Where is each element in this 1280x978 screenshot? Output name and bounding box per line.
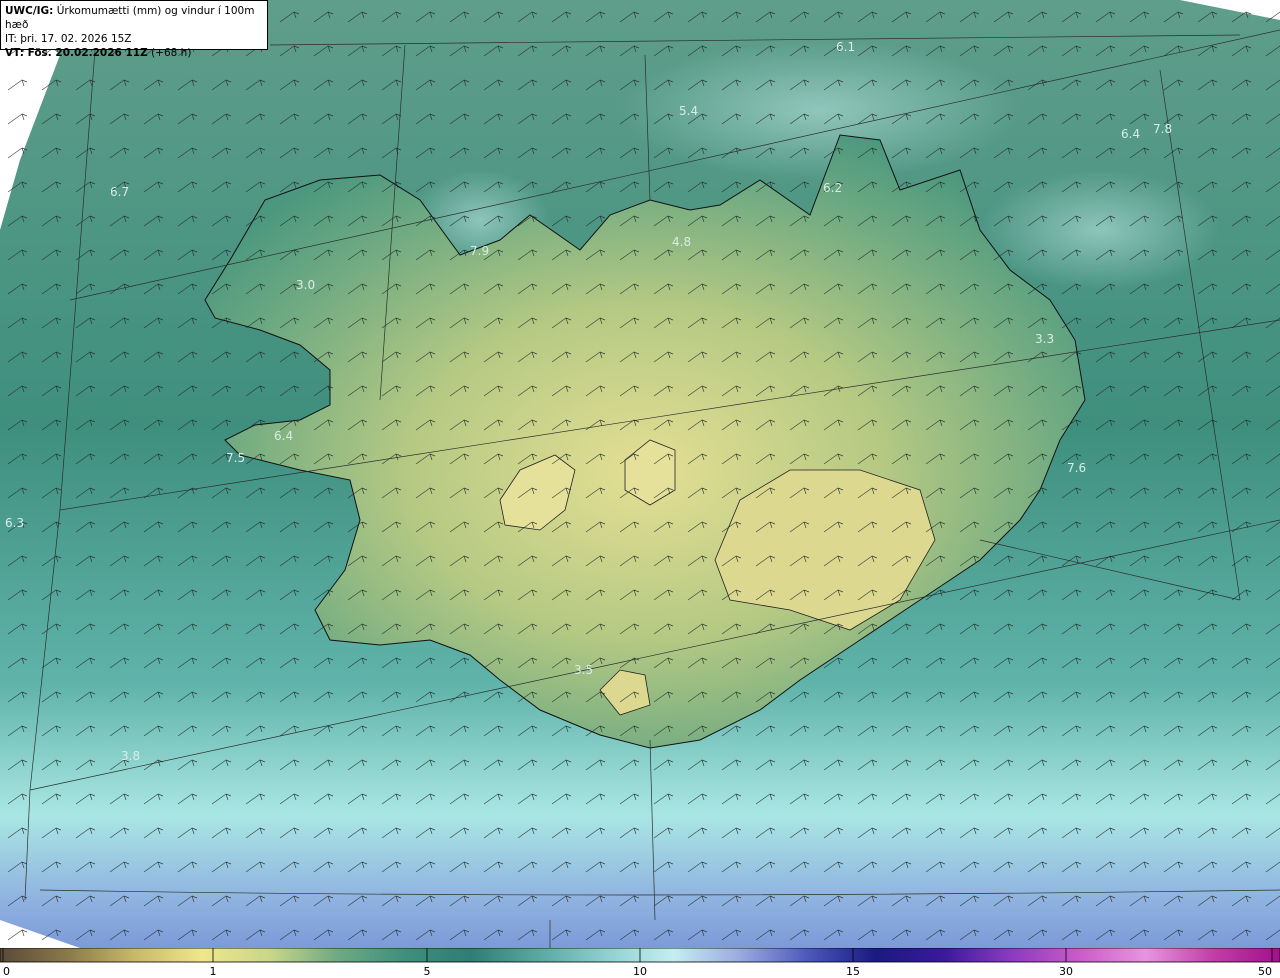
map-value: 7.9 (470, 244, 489, 258)
map-value: 7.6 (1067, 461, 1086, 475)
color-scale: 0 1 5 10 15 30 50 (0, 948, 1280, 978)
map-value: 3.5 (574, 663, 593, 677)
map-value: 6.1 (836, 40, 855, 54)
valid-time: VT: Fös. 20.02.2026 11Z (+68 h) (5, 47, 192, 59)
map-value: 6.7 (110, 185, 129, 199)
map-value: 3.0 (296, 278, 315, 292)
scale-tick-label: 50 (1258, 965, 1272, 978)
map-value: 7.5 (226, 451, 245, 465)
map-value: 3.8 (121, 749, 140, 763)
scale-tick-label: 0 (3, 965, 10, 978)
scale-tick-label: 15 (846, 965, 860, 978)
initial-time: IT: þri. 17. 02. 2026 15Z (5, 33, 132, 45)
map-header: UWC/IG: Úrkomumætti (mm) og vindur í 100… (0, 0, 268, 59)
map-value: 6.4 (274, 429, 293, 443)
weather-map: 6.1 5.4 6.4 7.8 6.7 6.2 7.9 4.8 3.0 3.3 … (0, 0, 1280, 948)
scale-tick-label: 1 (210, 965, 217, 978)
map-value: 5.4 (679, 104, 698, 118)
map-value: 4.8 (672, 235, 691, 249)
scale-tick-label: 5 (424, 965, 431, 978)
map-value: 6.3 (5, 516, 24, 530)
color-scale-bar: 0 1 5 10 15 30 50 (0, 948, 1280, 978)
map-title: UWC/IG: Úrkomumætti (mm) og vindur í 100… (5, 5, 255, 31)
wind-barbs (0, 0, 1280, 948)
scale-tick-label: 30 (1059, 965, 1073, 978)
map-value: 6.2 (823, 181, 842, 195)
scale-tick-label: 10 (633, 965, 647, 978)
map-value: 6.4 (1121, 127, 1140, 141)
map-value: 7.8 (1153, 122, 1172, 136)
map-value: 3.3 (1035, 332, 1054, 346)
